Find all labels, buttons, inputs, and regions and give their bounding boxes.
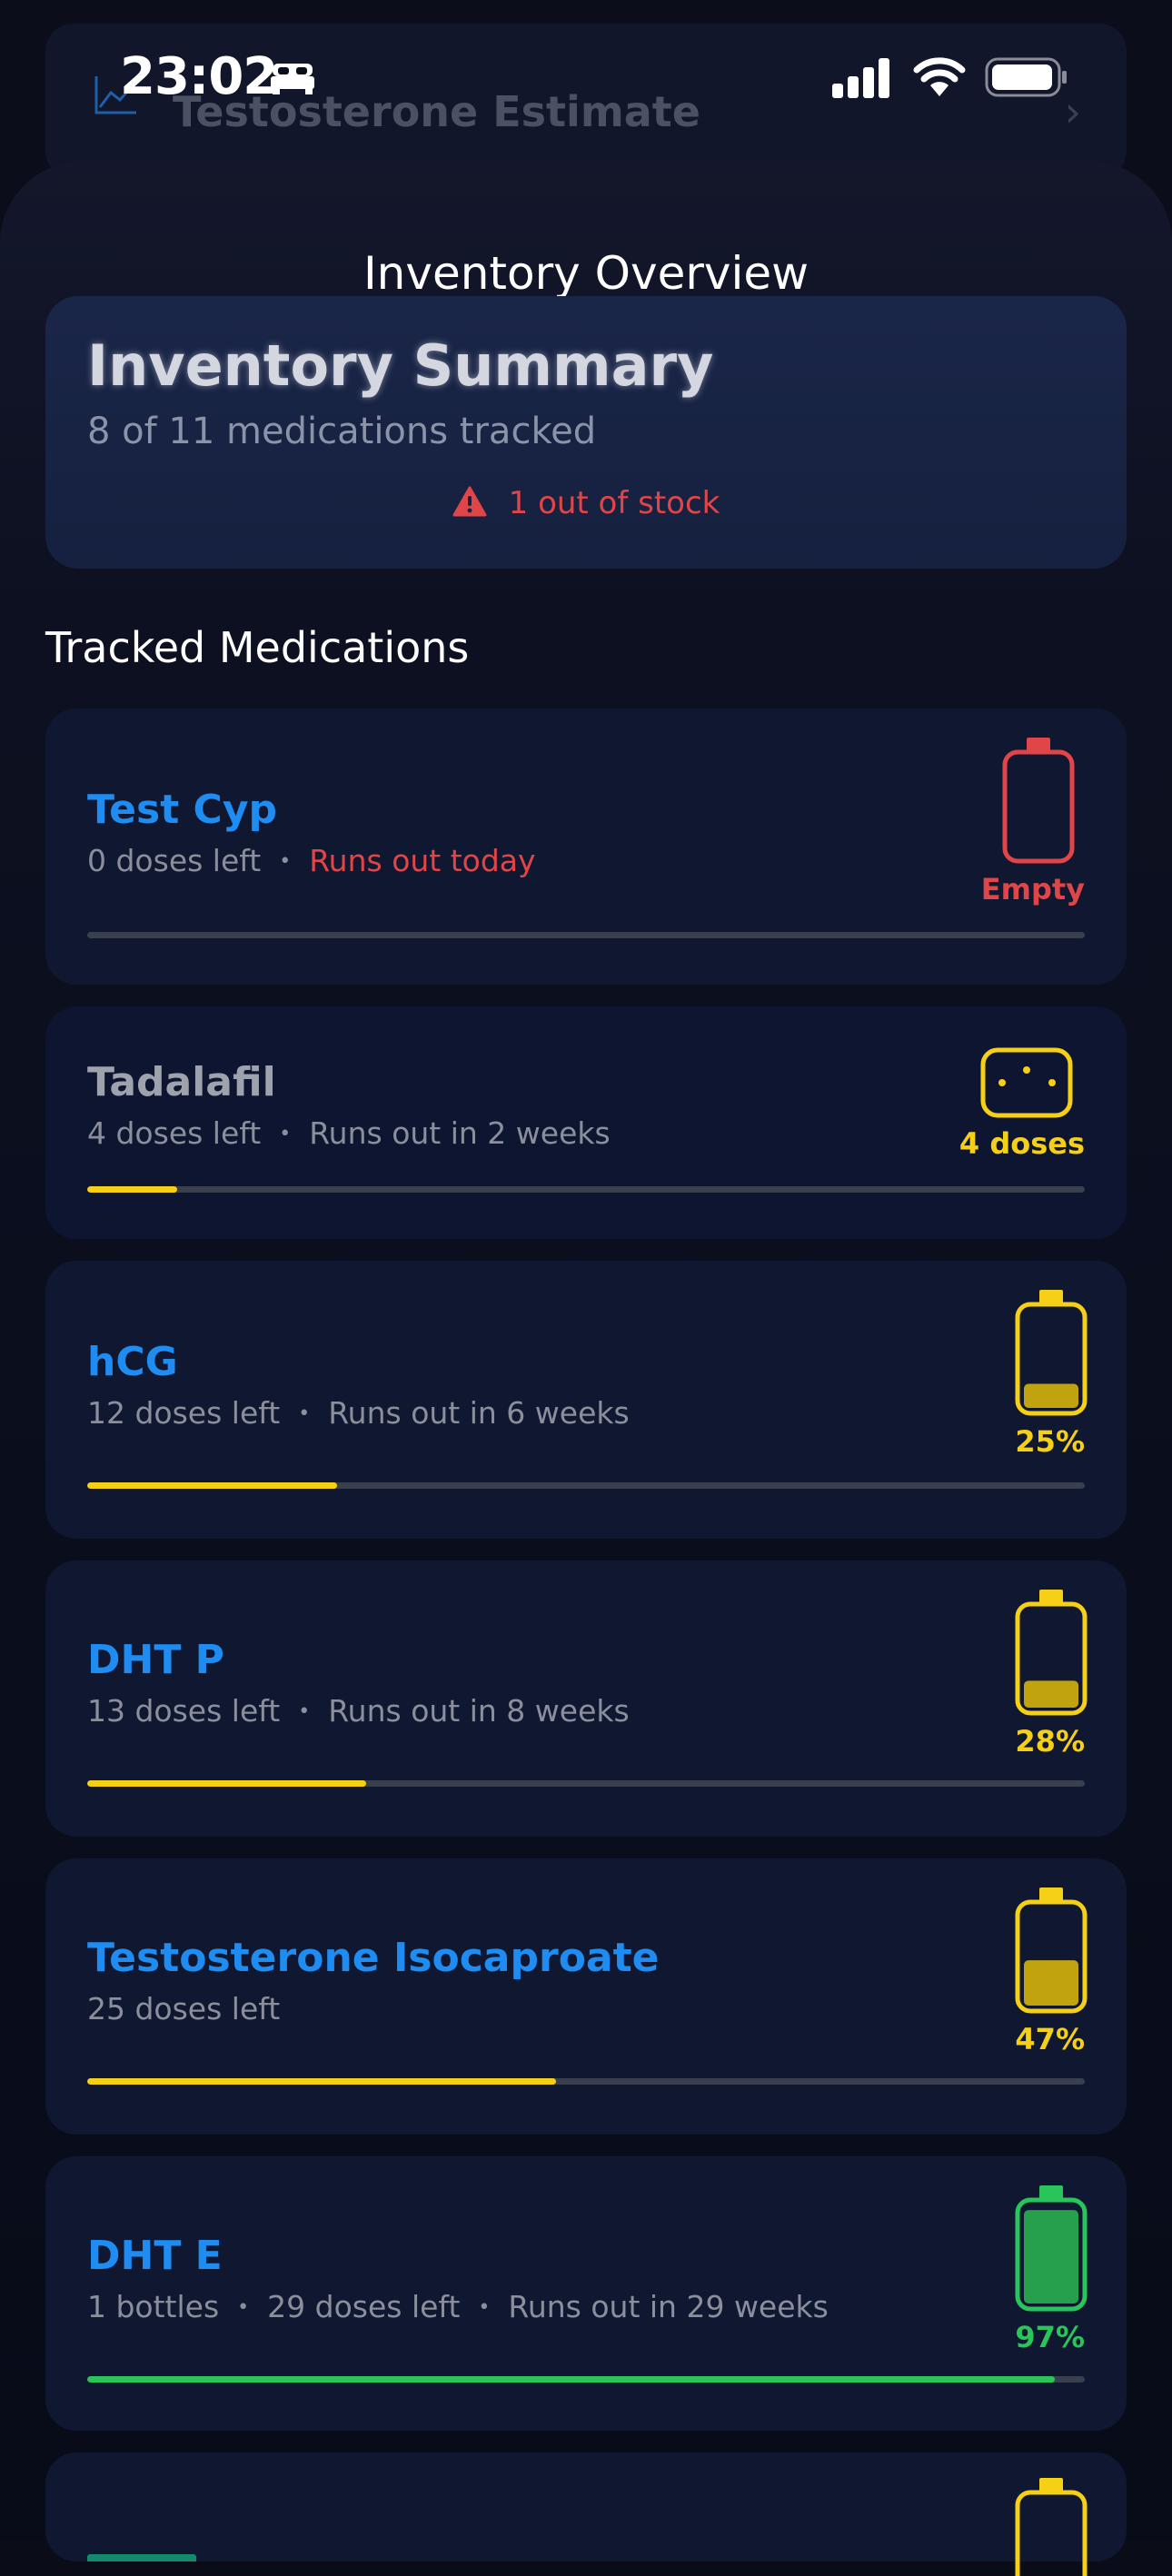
medication-name: Test Cyp: [87, 787, 278, 833]
supply-progress-bar: [87, 2078, 1085, 2085]
inventory-summary-card: Inventory Summary 8 of 11 medications tr…: [45, 296, 1127, 569]
out-of-stock-alert[interactable]: 1 out of stock: [45, 485, 1127, 521]
medication-bottles: 1 bottles: [87, 2289, 220, 2324]
battery-icon: [1015, 2478, 1088, 2576]
inventory-sheet: Inventory Overview Inventory Summary 8 o…: [0, 162, 1172, 2576]
supply-progress-bar: [87, 2376, 1085, 2383]
medication-card[interactable]: Testosterone Isocaproate 25 doses left 47%: [45, 1858, 1127, 2135]
separator-dot: •: [298, 1700, 311, 1723]
wifi-icon: [913, 57, 966, 96]
medication-card[interactable]: Tadalafil 4 doses left • Runs out in 2 week…: [45, 1006, 1127, 1239]
partial-name-fragment: [87, 2554, 196, 2561]
medication-runout: Runs out in 8 weeks: [328, 1693, 630, 1729]
medication-meta: 1 bottles • 29 doses left • Runs out in 29 w…: [87, 2289, 829, 2324]
battery-icon: [1015, 1290, 1088, 1416]
medication-doses: 13 doses left: [87, 1693, 281, 1729]
medication-card[interactable]: DHT P 13 doses left • Runs out in 8 weeks 28…: [45, 1560, 1127, 1837]
separator-dot: •: [298, 1402, 311, 1425]
battery-icon: [1015, 2185, 1088, 2312]
stock-indicator-label: 97%: [1015, 2320, 1085, 2354]
medication-card[interactable]: Test Cyp 0 doses left • Runs out today Empty: [45, 708, 1127, 985]
medication-runout: Runs out in 2 weeks: [309, 1115, 611, 1151]
medication-doses: 4 doses left: [87, 1115, 262, 1151]
supply-progress-bar: [87, 932, 1085, 938]
supply-progress-bar: [87, 1482, 1085, 1489]
stock-indicator-label: Empty: [980, 872, 1085, 907]
medication-name: DHT P: [87, 1637, 224, 1683]
medication-runout: Runs out today: [309, 843, 536, 878]
partial-name-clip: [87, 2520, 360, 2561]
supply-progress-fill: [87, 1780, 367, 1787]
focus-bed-icon: [271, 64, 314, 94]
supply-progress-fill: [87, 2078, 557, 2085]
medication-meta: 13 doses left • Runs out in 8 weeks: [87, 1693, 630, 1729]
supply-progress-fill: [87, 1482, 337, 1489]
medication-name: DHT E: [87, 2233, 223, 2279]
summary-title: Inventory Summary: [87, 332, 714, 399]
supply-progress-fill: [87, 1186, 177, 1193]
medication-doses: 0 doses left: [87, 843, 262, 878]
medication-doses: 29 doses left: [267, 2289, 461, 2324]
supply-progress-bar: [87, 1186, 1085, 1193]
stock-indicator-label: 47%: [1015, 2022, 1085, 2056]
pill-pack-icon: [980, 1047, 1073, 1118]
stock-indicator-label: 25%: [1015, 1424, 1085, 1459]
separator-dot: •: [279, 1123, 292, 1145]
medication-meta: 4 doses left • Runs out in 2 weeks: [87, 1115, 611, 1151]
stock-indicator-label: 4 doses: [958, 1126, 1085, 1161]
battery-icon: [1015, 1590, 1088, 1716]
medication-meta: 0 doses left • Runs out today: [87, 843, 536, 878]
warning-triangle-icon: [452, 486, 487, 517]
battery-icon: [1015, 1887, 1088, 2014]
separator-dot: •: [237, 2296, 250, 2319]
medication-name: hCG: [87, 1339, 178, 1385]
status-bar: 23:02: [0, 0, 1172, 154]
sheet-title: Inventory Overview: [363, 247, 809, 300]
medication-name: Testosterone Isocaproate: [87, 1935, 660, 1981]
status-time: 23:02: [120, 47, 278, 106]
medication-meta: 12 doses left • Runs out in 6 weeks: [87, 1395, 630, 1431]
medication-meta: 25 doses left: [87, 1991, 280, 2026]
separator-dot: •: [279, 850, 292, 873]
medication-card[interactable]: DHT E 1 bottles • 29 doses left • Runs out in…: [45, 2156, 1127, 2431]
supply-progress-fill: [87, 2376, 1056, 2383]
battery-empty-icon: [1002, 738, 1075, 864]
medication-doses: 25 doses left: [87, 1991, 281, 2026]
out-of-stock-text: 1 out of stock: [508, 485, 720, 521]
tracked-medications-heading: Tracked Medications: [45, 623, 470, 672]
medication-doses: 12 doses left: [87, 1395, 281, 1431]
battery-status-icon: [985, 57, 1067, 97]
medication-card-partial[interactable]: [45, 2452, 1127, 2576]
summary-subtitle: 8 of 11 medications tracked: [87, 411, 597, 452]
medication-runout: Runs out in 6 weeks: [328, 1395, 630, 1431]
cellular-signal-icon: [832, 58, 889, 98]
stock-indicator-label: 28%: [1015, 1724, 1085, 1759]
medication-card[interactable]: hCG 12 doses left • Runs out in 6 weeks 25%: [45, 1261, 1127, 1539]
medication-name: Tadalafil: [87, 1059, 276, 1105]
supply-progress-bar: [87, 1780, 1085, 1787]
medication-runout: Runs out in 29 weeks: [508, 2289, 829, 2324]
separator-dot: •: [478, 2296, 491, 2319]
